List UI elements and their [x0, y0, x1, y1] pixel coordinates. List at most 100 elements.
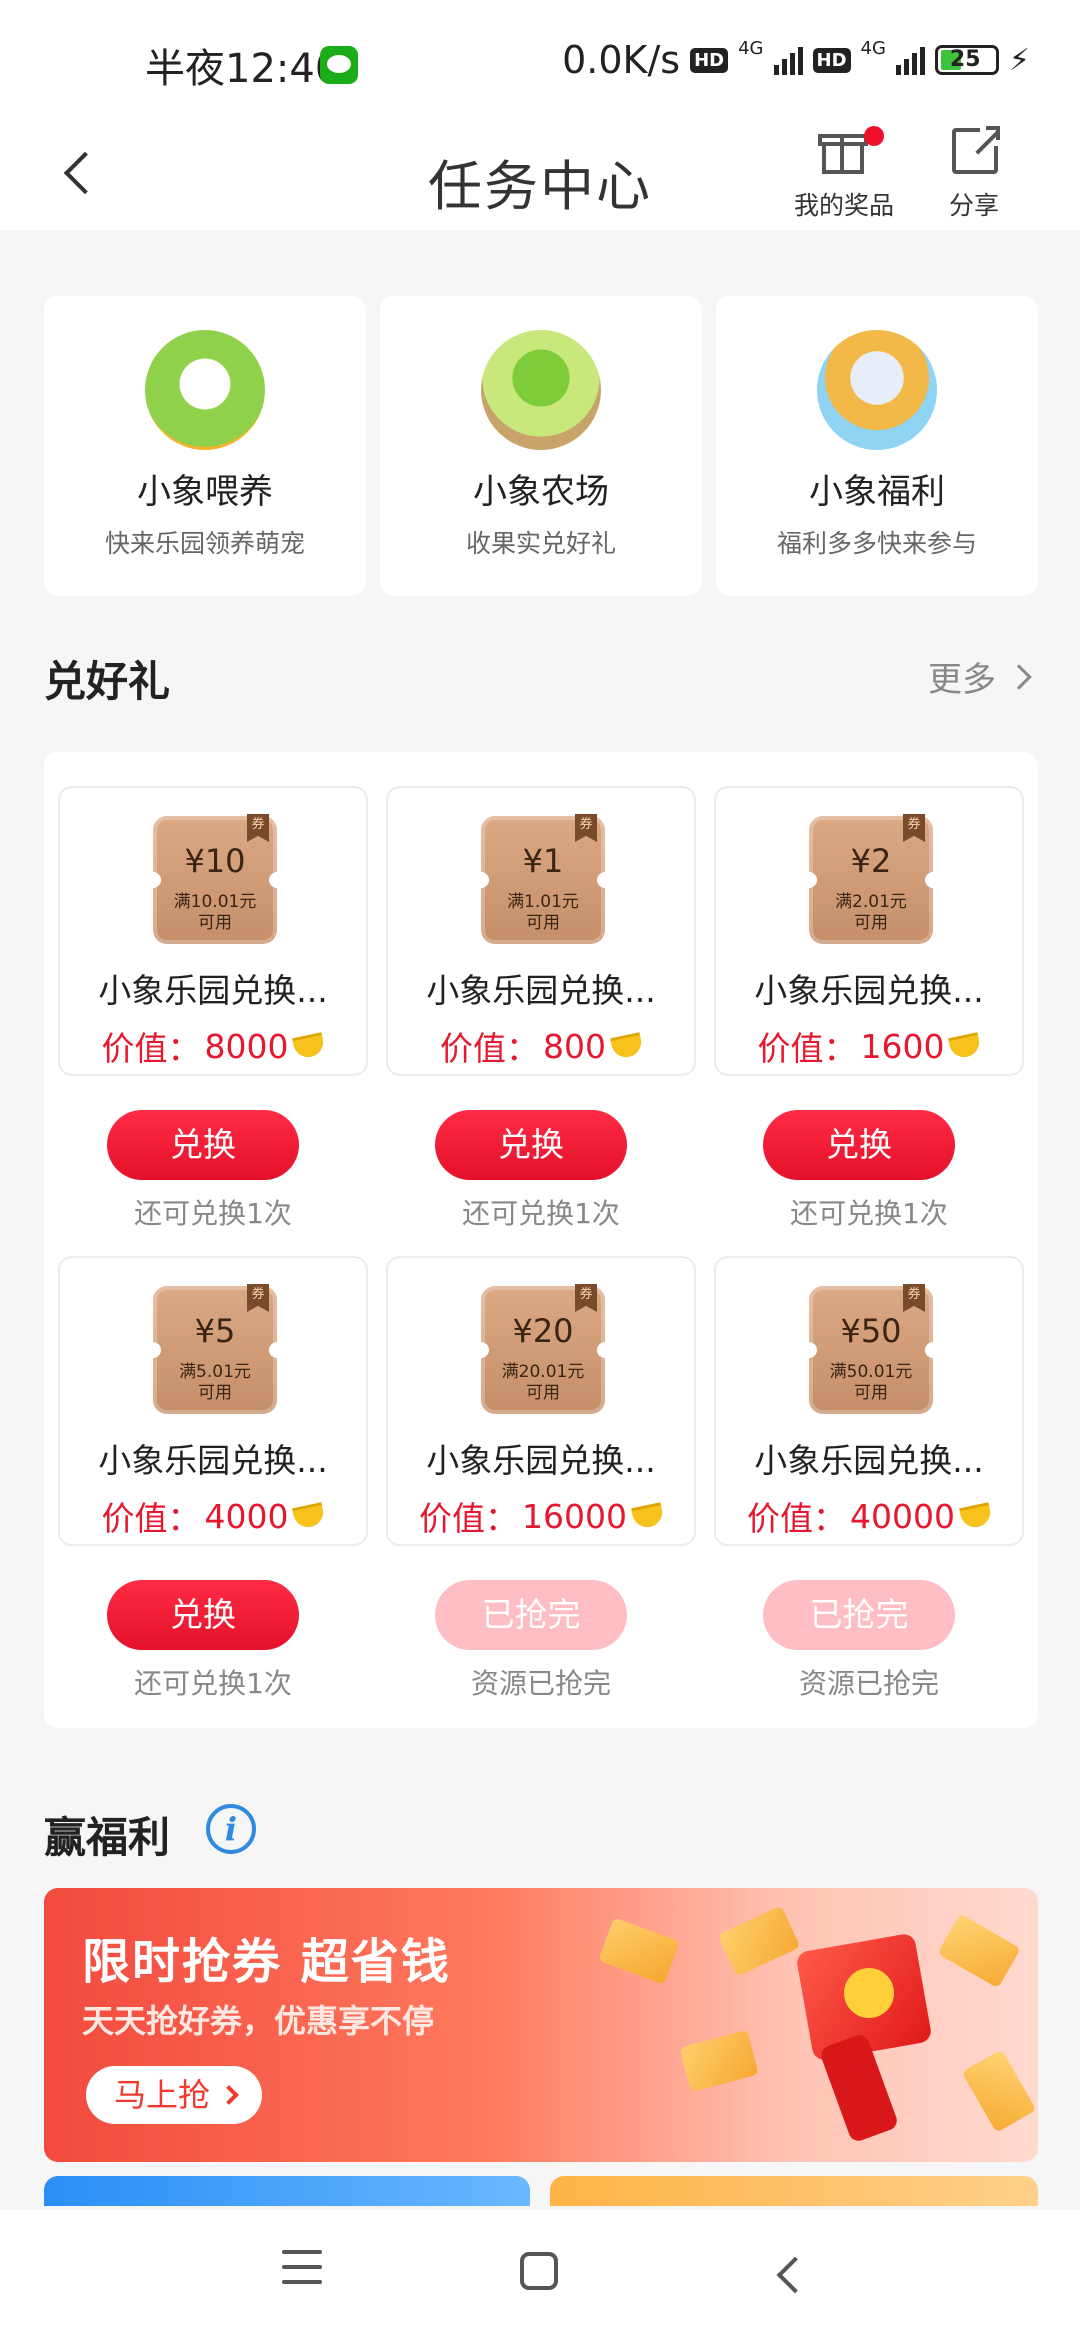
- exchange-note: 还可兑换1次: [134, 1667, 292, 1700]
- prize-name: 小象乐园兑换...: [98, 971, 328, 1010]
- gift-icon: [818, 128, 868, 174]
- system-nav-bar: [0, 2210, 1080, 2340]
- coupon-condition: 满10.01元 可用: [173, 892, 257, 933]
- prize-card[interactable]: 券 ¥50 满50.01元 可用 小象乐园兑换... 价值： 40000: [714, 1256, 1024, 1546]
- game-card-farm[interactable]: 小象农场 收果实兑好礼: [380, 296, 702, 596]
- game-name: 小象农场: [473, 472, 609, 512]
- prize-name: 小象乐园兑换...: [426, 1441, 656, 1480]
- banana-icon: [959, 1502, 993, 1530]
- signal-icon-1: [773, 45, 803, 75]
- coupon-icon: 券 ¥5 满5.01元 可用: [145, 1284, 285, 1414]
- exchange-button[interactable]: 兑换: [107, 1110, 299, 1180]
- sold-out-button[interactable]: 已抢完: [763, 1580, 955, 1650]
- sold-out-button[interactable]: 已抢完: [435, 1580, 627, 1650]
- home-icon[interactable]: [520, 2252, 558, 2290]
- share-label: 分享: [948, 191, 999, 220]
- prize-card[interactable]: 券 ¥20 满20.01元 可用 小象乐园兑换... 价值： 16000: [386, 1256, 696, 1546]
- exchange-note: 还可兑换1次: [462, 1197, 620, 1230]
- exchange-note: 资源已抢完: [798, 1667, 939, 1700]
- lightning-badge-icon: [844, 1968, 894, 2018]
- coupon-icon: 券 ¥20 满20.01元 可用: [473, 1284, 613, 1414]
- exchange-button[interactable]: 兑换: [107, 1580, 299, 1650]
- banner-title: 限时抢券 超省钱: [82, 1934, 451, 1990]
- coupon-condition: 满2.01元 可用: [835, 892, 907, 933]
- hd-badge-1: HD: [690, 47, 729, 73]
- prize-card[interactable]: 券 ¥1 满1.01元 可用 小象乐园兑换... 价值： 800: [386, 786, 696, 1076]
- share-button[interactable]: 分享: [914, 122, 1034, 222]
- prize-value: 价值： 8000: [60, 1022, 366, 1070]
- network-type-2: 4G: [860, 38, 886, 59]
- chevron-right-icon: [1006, 663, 1032, 690]
- game-card-feeding[interactable]: 小象喂养 快来乐园领养萌宠: [44, 296, 366, 596]
- status-indicators: 0.0K/s HD 4G HD 4G 25 ⚡: [562, 38, 1030, 82]
- ticket-decoration: [717, 1905, 801, 1977]
- exchange-button[interactable]: 兑换: [435, 1110, 627, 1180]
- promo-tile-blue[interactable]: [44, 2176, 530, 2206]
- status-time: 半夜12:40: [145, 46, 341, 92]
- game-card-welfare[interactable]: 小象福利 福利多多快来参与: [716, 296, 1038, 596]
- coupon-amount: ¥2: [850, 842, 892, 880]
- exchange-button[interactable]: 兑换: [763, 1110, 955, 1180]
- banana-icon: [948, 1032, 983, 1060]
- game-desc: 福利多多快来参与: [776, 529, 977, 558]
- coupon-condition: 满50.01元 可用: [829, 1362, 913, 1403]
- coupon-icon: 券 ¥1 满1.01元 可用: [473, 814, 613, 944]
- prize-name: 小象乐园兑换...: [754, 1441, 984, 1480]
- grab-now-label: 马上抢: [114, 2076, 211, 2114]
- prize-value: 价值： 40000: [716, 1492, 1022, 1540]
- prize-value: 价值： 4000: [60, 1492, 366, 1540]
- coupon-promo-banner[interactable]: 限时抢券 超省钱 天天抢好券，优惠享不停 马上抢: [44, 1888, 1038, 2162]
- info-icon[interactable]: i: [206, 1804, 256, 1854]
- signal-icon-2: [895, 45, 925, 75]
- game-name: 小象喂养: [137, 472, 273, 512]
- coupon-flag: 券: [575, 1284, 597, 1312]
- nav-back-icon[interactable]: [768, 2256, 808, 2296]
- charging-icon: ⚡: [1008, 42, 1030, 78]
- menu-icon[interactable]: [282, 2250, 322, 2290]
- promo-tile-orange[interactable]: [550, 2176, 1038, 2206]
- game-name: 小象福利: [809, 472, 945, 512]
- network-type-1: 4G: [738, 38, 764, 59]
- prize-card[interactable]: 券 ¥10 满10.01元 可用 小象乐园兑换... 价值： 8000: [58, 786, 368, 1076]
- status-bar: 半夜12:40 0.0K/s HD 4G HD 4G 25 ⚡: [0, 0, 1080, 120]
- coupon-condition: 满5.01元 可用: [179, 1362, 251, 1403]
- prize-name: 小象乐园兑换...: [754, 971, 984, 1010]
- coupon-condition: 满1.01元 可用: [507, 892, 579, 933]
- coupon-flag: 券: [247, 814, 269, 842]
- coupon-flag: 券: [247, 1284, 269, 1312]
- coupon-amount: ¥10: [184, 842, 246, 880]
- battery-level: 25: [949, 47, 981, 72]
- exchange-section-title: 兑好礼: [44, 657, 171, 706]
- notification-dot: [864, 126, 884, 146]
- game-desc: 快来乐园领养萌宠: [104, 529, 305, 558]
- coupon-icon: 券 ¥50 满50.01元 可用: [801, 1284, 941, 1414]
- battery-icon: 25: [934, 45, 999, 75]
- chevron-right-icon: [219, 2085, 239, 2105]
- exchange-note: 还可兑换1次: [790, 1197, 948, 1230]
- ticket-decoration: [937, 1913, 1021, 1989]
- coupon-condition: 满20.01元 可用: [501, 1362, 585, 1403]
- ticket-decoration: [598, 1917, 680, 1985]
- wechat-icon: [320, 46, 358, 84]
- ticket-decoration: [679, 2029, 759, 2093]
- coupon-icon: 券 ¥2 满2.01元 可用: [801, 814, 941, 944]
- grab-now-button[interactable]: 马上抢: [86, 2066, 263, 2124]
- prize-value: 价值： 1600: [716, 1022, 1022, 1070]
- coupon-flag: 券: [575, 814, 597, 842]
- exchange-panel: 券 ¥10 满10.01元 可用 小象乐园兑换... 价值： 8000 兑换 还可兑…: [44, 752, 1038, 1728]
- farm-sprout-icon: [481, 330, 601, 450]
- ticket-decoration: [961, 2049, 1037, 2133]
- coupon-flag: 券: [903, 1284, 925, 1312]
- exchange-more-link[interactable]: 更多: [928, 652, 1032, 701]
- my-prizes-label: 我的奖品: [793, 191, 894, 220]
- my-prizes-button[interactable]: 我的奖品: [784, 122, 904, 222]
- prize-card[interactable]: 券 ¥5 满5.01元 可用 小象乐园兑换... 价值： 4000: [58, 1256, 368, 1546]
- prize-value: 价值： 800: [388, 1022, 694, 1070]
- prize-card[interactable]: 券 ¥2 满2.01元 可用 小象乐园兑换... 价值： 1600: [714, 786, 1024, 1076]
- prize-name: 小象乐园兑换...: [426, 971, 656, 1010]
- prize-name: 小象乐园兑换...: [98, 1441, 328, 1480]
- top-nav-bar: 任务中心 我的奖品 分享: [0, 120, 1080, 230]
- coupon-flag: 券: [903, 814, 925, 842]
- coupon-amount: ¥50: [840, 1312, 902, 1350]
- prize-value: 价值： 16000: [388, 1492, 694, 1540]
